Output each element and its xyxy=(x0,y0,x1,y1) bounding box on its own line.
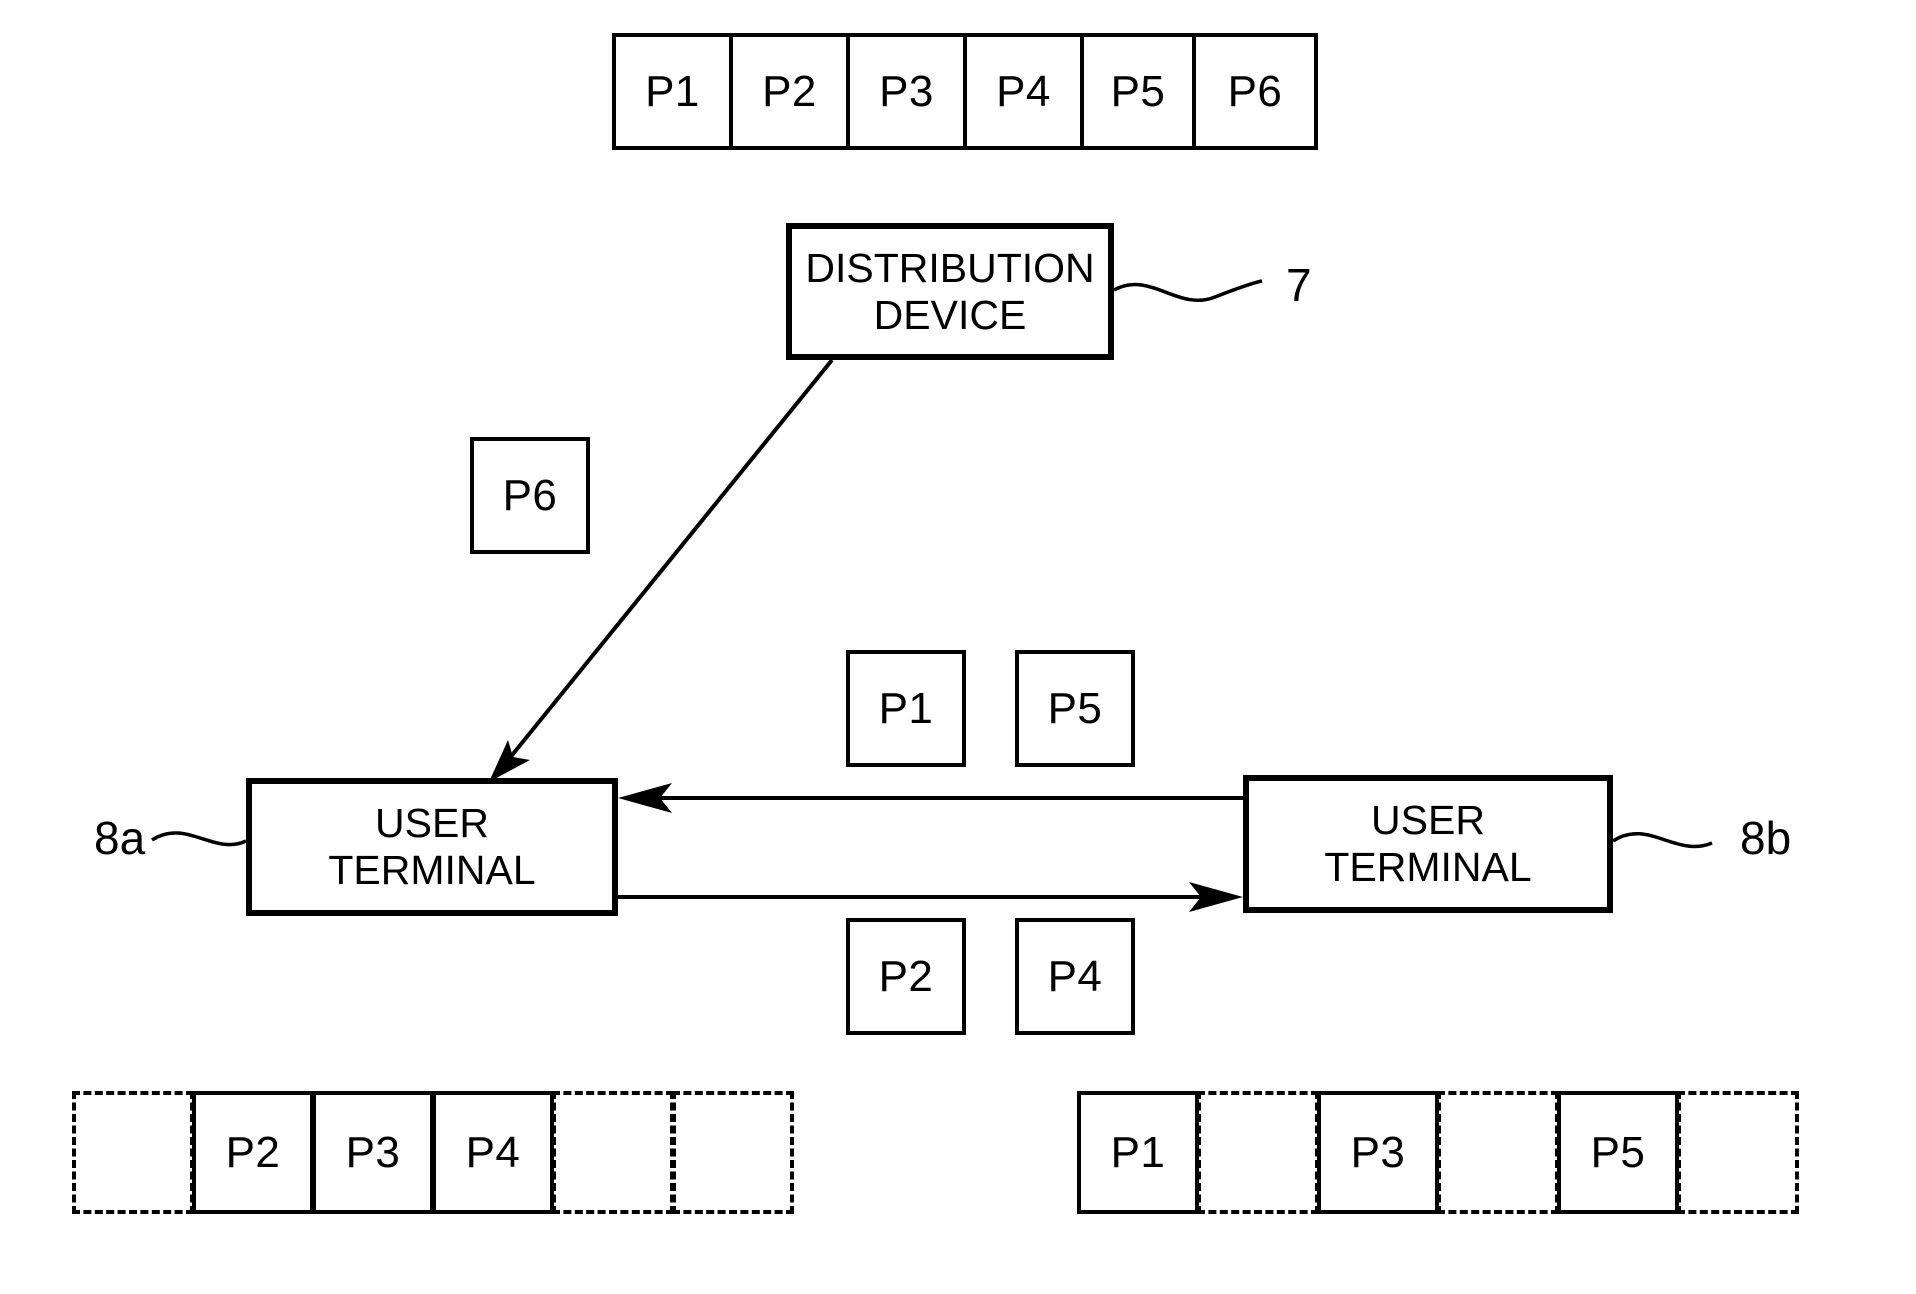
arrow-terminal-b-to-terminal-a xyxy=(618,783,1243,813)
buffer-a-cell xyxy=(552,1091,674,1214)
buffer-b-cell xyxy=(1437,1091,1559,1214)
buffer-a-cell: P2 xyxy=(192,1091,314,1214)
source-packet-cell: P5 xyxy=(1080,33,1196,150)
buffer-b-cell xyxy=(1197,1091,1319,1214)
inflight-packet-b-to-a: P5 xyxy=(1015,650,1135,767)
user-terminal-b-title-line2: TERMINAL xyxy=(1324,844,1532,890)
source-packet-cell: P1 xyxy=(612,33,733,150)
user-terminal-b-box[interactable]: USER TERMINAL xyxy=(1243,775,1613,913)
source-packet-cell: P2 xyxy=(729,33,850,150)
distribution-device-title-line2: DEVICE xyxy=(873,291,1027,338)
inflight-packet-a-to-b: P2 xyxy=(846,918,966,1035)
buffer-a-cell: P3 xyxy=(312,1091,434,1214)
reference-numeral-7: 7 xyxy=(1286,259,1312,311)
arrow-device-to-terminal-a xyxy=(489,358,834,782)
buffer-a-cell: P4 xyxy=(432,1091,554,1214)
buffer-a-cell xyxy=(672,1091,794,1214)
leader-line-7 xyxy=(1113,279,1263,303)
inflight-packet-p6: P6 xyxy=(470,437,590,554)
buffer-b-cell xyxy=(1677,1091,1799,1214)
leader-line-8a xyxy=(151,831,247,847)
leader-line-8b xyxy=(1612,831,1713,849)
user-terminal-a-title-line1: USER xyxy=(375,800,489,847)
user-terminal-a-title-line2: TERMINAL xyxy=(328,847,536,893)
distribution-device-title-line1: DISTRIBUTION xyxy=(805,244,1095,291)
user-terminal-b-title-line1: USER xyxy=(1371,797,1485,844)
user-terminal-a-box[interactable]: USER TERMINAL xyxy=(246,778,618,916)
buffer-b-cell: P1 xyxy=(1077,1091,1199,1214)
buffer-b-cell: P5 xyxy=(1557,1091,1679,1214)
arrow-terminal-a-to-terminal-b xyxy=(618,882,1243,912)
source-packet-cell: P6 xyxy=(1192,33,1318,150)
inflight-packet-b-to-a: P1 xyxy=(846,650,966,767)
inflight-packet-a-to-b: P4 xyxy=(1015,918,1135,1035)
buffer-a-cell xyxy=(72,1091,194,1214)
source-packet-cell: P3 xyxy=(846,33,967,150)
distribution-device-box[interactable]: DISTRIBUTION DEVICE xyxy=(786,223,1114,360)
buffer-b-cell: P3 xyxy=(1317,1091,1439,1214)
figure-canvas: P1 P2 P3 P4 P5 P6 DISTRIBUTION DEVICE 7 … xyxy=(0,0,1916,1294)
reference-numeral-8a: 8a xyxy=(94,812,146,864)
source-packet-cell: P4 xyxy=(963,33,1084,150)
reference-numeral-8b: 8b xyxy=(1740,812,1792,864)
